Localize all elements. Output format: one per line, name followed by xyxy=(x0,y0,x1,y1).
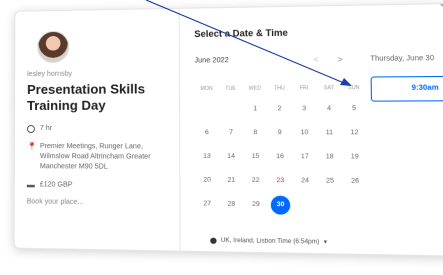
calendar-day: 6 xyxy=(204,129,209,137)
prev-month-button[interactable]: < xyxy=(314,55,319,64)
price-text: £120 GBP xyxy=(39,181,73,189)
calendar-day: 2 xyxy=(277,105,282,113)
calendar-empty-cell xyxy=(219,102,243,116)
calendar-day: 8 xyxy=(253,129,258,137)
calendar-day: 25 xyxy=(325,177,334,185)
next-month-button[interactable]: > xyxy=(337,55,342,64)
host-name: lesley hornsby xyxy=(27,70,72,79)
calendar-day: 5 xyxy=(352,104,357,113)
book-text: Book your place... xyxy=(26,198,84,207)
weekday-label: THU xyxy=(273,85,285,92)
calendar-day: 1 xyxy=(253,105,258,113)
calendar-day: 13 xyxy=(203,152,211,160)
duration-row: 7 hr xyxy=(26,124,167,134)
location-row: 📍 Premier Meetings, Runger Lane, Wilmslo… xyxy=(27,142,167,173)
weekday-header: MON TUE WED THU FRI SAT SUN xyxy=(195,85,367,92)
clock-icon xyxy=(26,124,35,134)
host-avatar xyxy=(37,30,70,64)
calendar-day[interactable]: 30 xyxy=(270,195,291,215)
calendar-day: 24 xyxy=(301,177,309,185)
calendar-day: 28 xyxy=(227,200,236,208)
duration-text: 7 hr xyxy=(39,124,53,133)
time-slot-button[interactable]: 9:30am xyxy=(370,75,443,102)
calendar-day: 16 xyxy=(276,152,284,161)
calendar-day: 7 xyxy=(229,129,233,137)
event-title: Presentation Skills Training Day xyxy=(27,81,167,114)
calendar-day: 17 xyxy=(300,153,309,161)
calendar-day: 4 xyxy=(327,104,332,113)
location-text: Premier Meetings, Runger Lane, Wilmslow … xyxy=(39,143,151,171)
calendar-day: 23 xyxy=(276,176,285,185)
select-date-title: Select a Date & Time xyxy=(194,27,288,40)
price-row: ▬ £120 GBP xyxy=(27,180,167,191)
calendar-day: 19 xyxy=(350,153,359,161)
calendar-day: 11 xyxy=(325,129,334,137)
calendar-day: 29 xyxy=(252,200,260,209)
calendar-day: 14 xyxy=(227,152,236,161)
calendar-grid: 1 2 3 4 5 6 7 8 9 10 11 12 13 14 15 16 17 18 19 20 21 22 23 24 2… xyxy=(195,102,368,216)
event-title-line2: Training Day xyxy=(27,97,106,113)
selected-date-label: Thursday, June 30 xyxy=(370,54,435,63)
weekday-label: WED xyxy=(248,85,262,92)
calendar-day: 10 xyxy=(300,129,309,137)
calendar-day: 3 xyxy=(302,105,307,113)
calendar-day: 27 xyxy=(203,200,212,208)
location-pin-icon: 📍 xyxy=(26,142,37,152)
card-icon: ▬ xyxy=(26,180,35,190)
weekday-label: SAT xyxy=(323,85,334,92)
globe-icon xyxy=(210,237,217,244)
chevron-down-icon: ▾ xyxy=(323,239,328,246)
weekday-label: TUE xyxy=(225,85,236,92)
weekday-label: FRI xyxy=(299,85,309,92)
event-title-line1: Presentation Skills xyxy=(27,81,146,98)
weekday-label: SUN xyxy=(347,84,360,92)
calendar-day: 18 xyxy=(325,153,334,161)
event-details-panel: lesley hornsby Presentation Skills Train… xyxy=(14,8,181,251)
calendar-empty-cell xyxy=(195,102,219,116)
calendar-day: 26 xyxy=(350,177,360,185)
booking-card: lesley hornsby Presentation Skills Train… xyxy=(13,2,443,257)
calendar-day: 15 xyxy=(251,152,260,161)
calendar-day: 21 xyxy=(227,176,236,184)
timezone-selector[interactable]: UK, Ireland, Lisbon Time (6:54pm) ▾ xyxy=(210,237,327,246)
timezone-text: UK, Ireland, Lisbon Time (6:54pm) xyxy=(220,237,320,246)
month-label: June 2022 xyxy=(194,57,229,65)
corner-ribbon xyxy=(428,2,443,34)
weekday-label: MON xyxy=(200,85,213,93)
calendar-day: 9 xyxy=(277,129,282,137)
calendar-day: 22 xyxy=(251,176,260,185)
calendar-day: 20 xyxy=(203,176,211,184)
scheduler-panel: Select a Date & Time June 2022 < > MON TU… xyxy=(180,2,443,256)
calendar-day: 12 xyxy=(350,129,359,137)
